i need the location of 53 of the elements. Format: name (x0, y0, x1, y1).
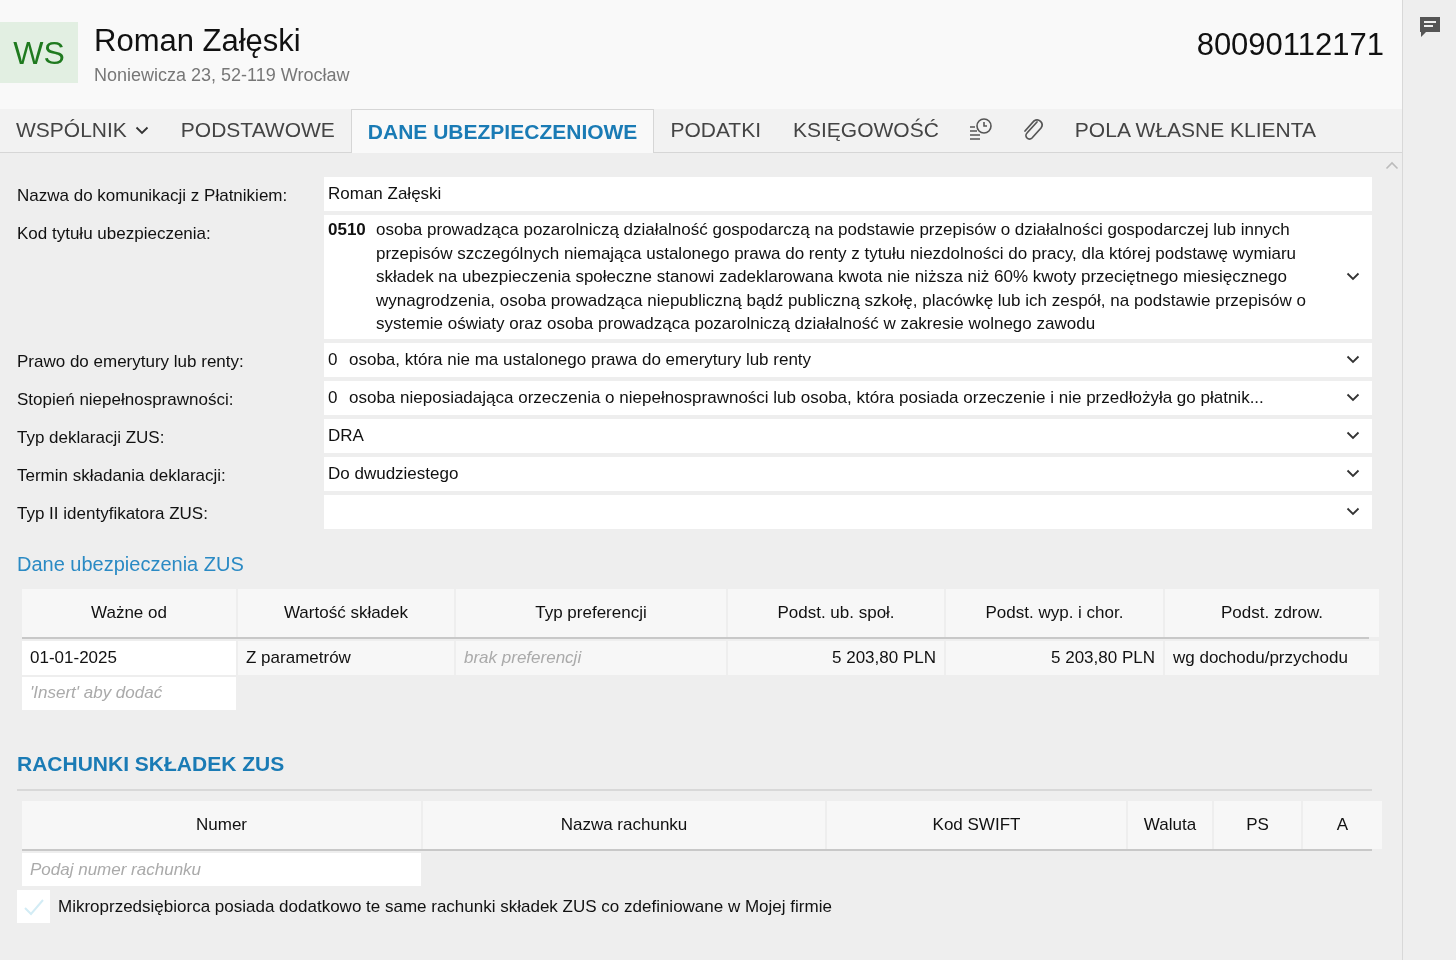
column-header: Podst. wyp. i chor. (946, 588, 1163, 637)
field-label: Nazwa do komunikacji z Płatnikiem: (17, 185, 289, 207)
tab[interactable]: KSIĘGOWOŚĆ (777, 108, 955, 152)
table-cell: wg dochodu/przychodu (1165, 640, 1379, 675)
column-header: Ważne od (22, 588, 236, 637)
option-text: DRA (328, 424, 364, 447)
table-cell: brak preferencji (456, 640, 726, 675)
field-label: Termin składania deklaracji: (17, 464, 227, 487)
client-number: 80090112171 (1196, 26, 1384, 64)
tab[interactable]: PODSTAWOWE (164, 108, 351, 152)
option-code: 0 (328, 348, 339, 371)
option-text: osoba prowadząca pozarolniczą działalność gospodarczą na podstawie przepisów o działalności gospodarczej lub innych przepisów szczególnych niemająca ustalonego prawa do renty z tytułu niezdolności do pracy, dla której podstawę wymiaru składek na ubezpieczenia społeczne stanowi zadeklarowana kwota nie niższa niż 60% kwoty przeciętnego miesięcznego wynagrodzenia, osoba prowadząca niepubliczną bądź publiczną szkołę, placówkę lub ich zespół, na podstawie przepisów o systemie oświaty oraz osoba prowadząca pozarolniczą działalność w zakresie wolnego zawodu (376, 219, 1307, 335)
select-field[interactable]: DRA (324, 418, 1372, 453)
section-heading: RACHUNKI SKŁADEK ZUS (17, 750, 286, 777)
column-header: Podst. zdrow. (1165, 588, 1379, 637)
field-label: Typ II identyfikatora ZUS: (17, 502, 209, 525)
table-cell: 5 203,80 PLN (728, 640, 944, 675)
column-header: Podst. ub. społ. (728, 588, 944, 637)
client-name: Roman Załęski (94, 22, 302, 60)
add-row-field[interactable]: 'Insert' aby dodać (22, 676, 236, 710)
account-number-field[interactable]: Podaj numer rachunku (22, 853, 421, 886)
option-text: osoba nieposiadająca orzeczenia o niepełnosprawności lub osoba, która posiada orzeczenie i nie przedłożyła go płatnik... (349, 386, 1264, 409)
field-label: Kod tytułu ubezpieczenia: (17, 223, 212, 245)
field-label: Stopień niepełnosprawności: (17, 388, 235, 411)
column-header: PS (1214, 801, 1301, 849)
table-cell: Z parametrów (238, 640, 454, 675)
column-header: Wartość składek (238, 588, 454, 637)
tab[interactable]: POLA WŁASNE KLIENTA (1058, 108, 1333, 152)
column-header: Kod SWIFT (827, 801, 1126, 849)
column-header: A (1303, 801, 1382, 849)
option-code: 0 (328, 386, 339, 409)
tab[interactable]: DANE UBEZPIECZENIOWE (350, 109, 655, 153)
select-field[interactable]: 0 osoba, która nie ma ustalonego prawa do emerytury lub renty (324, 342, 1372, 377)
column-header: Typ preferencji (456, 588, 726, 637)
checkbox-label: Mikroprzedsiębiorca posiada dodatkowo te same rachunki składek ZUS co zdefiniowane w Mojej firmie (58, 895, 832, 918)
column-header: Waluta (1128, 801, 1212, 849)
field-label: Prawo do emerytury lub renty: (17, 350, 245, 373)
field-label: Typ deklaracji ZUS: (17, 426, 166, 449)
column-header: Numer (22, 801, 421, 849)
option-code: 0510 (328, 219, 367, 241)
tab[interactable]: PODATKI (654, 108, 777, 152)
select-field[interactable]: 0 osoba nieposiadająca orzeczenia o niepełnosprawności lub osoba, która posiada orzeczenie i nie przedłożyła go płatnik... (324, 380, 1372, 415)
select-field[interactable]: Do dwudziestego (324, 456, 1372, 491)
avatar: WS (0, 22, 78, 83)
input-field[interactable]: Roman Załęski (324, 177, 1372, 211)
tab[interactable]: WSPÓLNIK (0, 108, 165, 152)
table-cell: 5 203,80 PLN (946, 640, 1163, 675)
column-header: Nazwa rachunku (423, 801, 825, 849)
option-text: osoba, która nie ma ustalonego prawa do emerytury lub renty (349, 348, 812, 371)
table-cell: 01-01-2025 (22, 640, 236, 675)
client-address: Noniewicza 23, 52-119 Wrocław (94, 64, 350, 87)
section-title: Dane ubezpieczenia ZUS (17, 551, 245, 577)
option-text: Do dwudziestego (328, 462, 459, 485)
